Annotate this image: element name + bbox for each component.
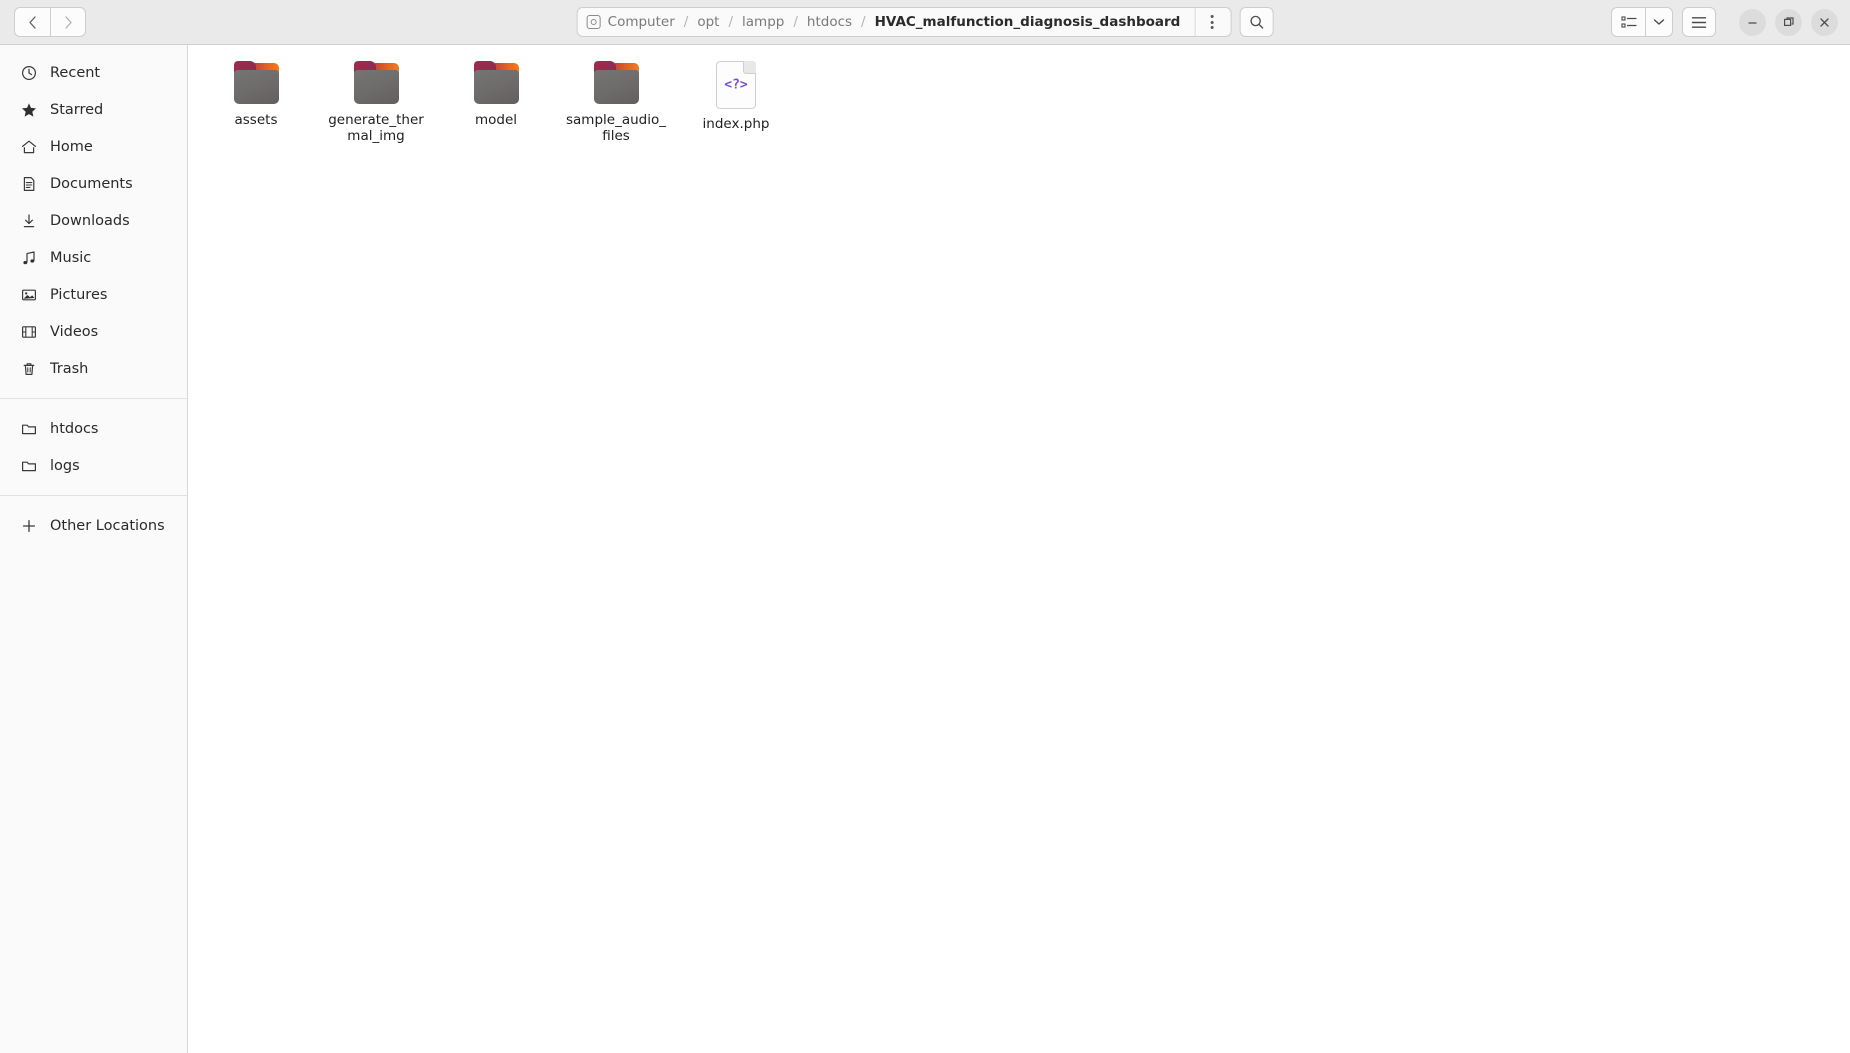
sidebar-divider (0, 495, 187, 496)
breadcrumb-label: opt (697, 14, 720, 30)
breadcrumb-item-htdocs[interactable]: htdocs (798, 8, 861, 36)
list-view-icon[interactable] (1611, 7, 1645, 37)
file-item-model[interactable]: model (444, 61, 548, 144)
php-file-icon: <?> (716, 61, 756, 109)
sidebar-divider (0, 398, 187, 399)
file-label: index.php (702, 116, 770, 132)
navigation-buttons (14, 7, 86, 37)
breadcrumb-item-lampp[interactable]: lampp (733, 8, 793, 36)
sidebar-item-label: Documents (50, 175, 133, 192)
folder-icon (473, 61, 520, 105)
file-label: model (474, 112, 518, 128)
sidebar-item-label: Trash (50, 360, 89, 377)
breadcrumb-item-opt[interactable]: opt (688, 8, 728, 36)
file-label: assets (234, 112, 278, 128)
breadcrumb-label: HVAC_malfunction_diagnosis_dashboard (874, 14, 1181, 30)
sidebar-item-logs[interactable]: logs (6, 447, 181, 484)
breadcrumb: Computer / opt / lampp / htdocs / HVAC_m… (576, 7, 1232, 37)
file-grid: assets generate_thermal_img model sample… (188, 45, 1850, 160)
clock-icon (20, 65, 38, 81)
home-icon (20, 139, 38, 155)
folder-icon (20, 421, 38, 437)
breadcrumb-label: lampp (742, 14, 785, 30)
sidebar-item-starred[interactable]: Starred (6, 91, 181, 128)
sidebar-item-label: Pictures (50, 286, 108, 303)
sidebar-item-label: Music (50, 249, 92, 266)
sidebar-item-pictures[interactable]: Pictures (6, 276, 181, 313)
php-glyph: <?> (724, 77, 748, 93)
file-label: generate_thermal_img (328, 112, 424, 144)
path-and-search: Computer / opt / lampp / htdocs / HVAC_m… (576, 7, 1274, 37)
download-icon (20, 213, 38, 229)
sidebar: Recent Starred Home Documents Downloads … (0, 45, 188, 1053)
file-item-index-php[interactable]: <?> index.php (684, 61, 788, 144)
sidebar-item-downloads[interactable]: Downloads (6, 202, 181, 239)
sidebar-item-videos[interactable]: Videos (6, 313, 181, 350)
file-item-generate-thermal-img[interactable]: generate_thermal_img (324, 61, 428, 144)
trash-icon (20, 361, 38, 377)
film-icon (20, 324, 38, 340)
path-options-button[interactable] (1194, 8, 1228, 36)
sidebar-item-label: Starred (50, 101, 104, 118)
folder-icon (20, 458, 38, 474)
view-mode-toggle (1611, 7, 1673, 37)
picture-icon (20, 287, 38, 303)
file-item-sample-audio-files[interactable]: sample_audio_files (564, 61, 668, 144)
minimize-button[interactable] (1739, 8, 1766, 36)
sidebar-item-label: Recent (50, 64, 101, 81)
window-controls (1739, 8, 1838, 36)
sidebar-item-label: Other Locations (50, 517, 165, 534)
sidebar-item-label: Home (50, 138, 93, 155)
breadcrumb-item-current[interactable]: HVAC_malfunction_diagnosis_dashboard (866, 8, 1195, 36)
forward-button[interactable] (50, 7, 86, 37)
folder-icon (233, 61, 280, 105)
back-button[interactable] (14, 7, 50, 37)
plus-icon (20, 518, 38, 534)
sidebar-item-documents[interactable]: Documents (6, 165, 181, 202)
sidebar-item-label: htdocs (50, 420, 99, 437)
main-menu-button[interactable] (1682, 7, 1716, 37)
sidebar-item-home[interactable]: Home (6, 128, 181, 165)
file-label: sample_audio_files (566, 112, 666, 144)
sidebar-item-label: logs (50, 457, 80, 474)
sidebar-item-htdocs[interactable]: htdocs (6, 410, 181, 447)
disk-icon (586, 15, 601, 29)
header-right-controls (1611, 7, 1840, 37)
sidebar-item-label: Videos (50, 323, 99, 340)
breadcrumb-label: htdocs (806, 14, 853, 30)
star-icon (20, 102, 38, 118)
search-button[interactable] (1239, 7, 1274, 37)
window-body: Recent Starred Home Documents Downloads … (0, 45, 1850, 1053)
header-bar: Computer / opt / lampp / htdocs / HVAC_m… (0, 0, 1850, 45)
folder-icon (353, 61, 400, 105)
breadcrumb-item-computer[interactable]: Computer (578, 8, 684, 36)
sidebar-item-label: Downloads (50, 212, 130, 229)
chevron-down-icon[interactable] (1645, 7, 1673, 37)
folder-icon (593, 61, 640, 105)
file-item-assets[interactable]: assets (204, 61, 308, 144)
maximize-button[interactable] (1775, 8, 1802, 36)
sidebar-item-trash[interactable]: Trash (6, 350, 181, 387)
file-grid-area[interactable]: assets generate_thermal_img model sample… (188, 45, 1850, 1053)
file-manager-window: Computer / opt / lampp / htdocs / HVAC_m… (0, 0, 1850, 1053)
sidebar-item-music[interactable]: Music (6, 239, 181, 276)
close-button[interactable] (1811, 8, 1838, 36)
music-note-icon (20, 250, 38, 266)
sidebar-item-other-locations[interactable]: Other Locations (6, 507, 181, 544)
sidebar-item-recent[interactable]: Recent (6, 54, 181, 91)
document-icon (20, 176, 38, 192)
breadcrumb-label: Computer (607, 14, 675, 30)
